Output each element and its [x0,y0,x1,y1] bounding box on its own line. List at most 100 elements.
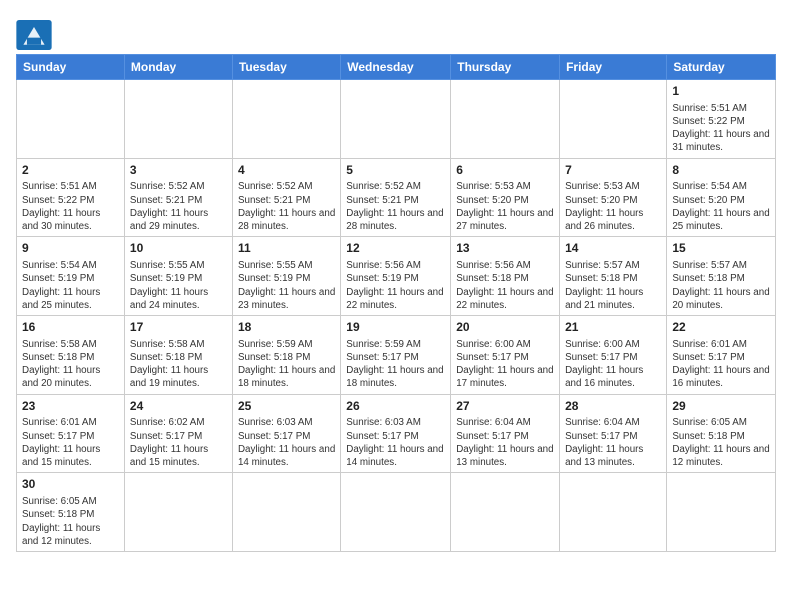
calendar-cell: 14 Sunrise: 5:57 AM Sunset: 5:18 PM Dayli… [560,237,667,316]
cell-date-number: 7 [565,162,661,179]
cell-date-number: 23 [22,398,119,415]
calendar-cell: 18Sunrise: 5:59 AM Sunset: 5:18 PM Dayli… [232,316,340,395]
weekday-header-wednesday: Wednesday [341,55,451,80]
weekday-header-tuesday: Tuesday [232,55,340,80]
calendar-cell: 8Sunrise: 5:54 AM Sunset: 5:20 PM Daylig… [667,158,776,237]
cell-date-number: 2 [22,162,119,179]
cell-info-text: Sunrise: 6:03 AM Sunset: 5:17 PM Dayligh… [238,416,335,469]
cell-date-number: 30 [22,476,119,493]
cell-info-text: Sunrise: 5:57 AM Sunset: 5:18 PM Dayligh… [672,259,770,312]
calendar-header-row: SundayMondayTuesdayWednesdayThursdayFrid… [17,55,776,80]
cell-info-text: Sunrise: 6:03 AM Sunset: 5:17 PM Dayligh… [346,416,445,469]
calendar-cell [341,473,451,552]
calendar-cell [451,473,560,552]
calendar-week-3: 9 Sunrise: 5:54 AM Sunset: 5:19 PM Daylig… [17,237,776,316]
cell-info-text: Sunrise: 5:52 AM Sunset: 5:21 PM Dayligh… [346,180,445,233]
calendar-cell: 28Sunrise: 6:04 AM Sunset: 5:17 PM Dayli… [560,394,667,473]
cell-date-number: 3 [130,162,227,179]
cell-date-number: 22 [672,319,770,336]
calendar-cell: 1Sunrise: 5:51 AM Sunset: 5:22 PM Daylig… [667,80,776,159]
calendar-cell [124,473,232,552]
calendar-cell: 21Sunrise: 6:00 AM Sunset: 5:17 PM Dayli… [560,316,667,395]
cell-date-number: 9 [22,240,119,257]
cell-date-number: 17 [130,319,227,336]
cell-date-number: 28 [565,398,661,415]
cell-info-text: Sunrise: 5:58 AM Sunset: 5:18 PM Dayligh… [130,338,227,391]
calendar-cell: 20Sunrise: 6:00 AM Sunset: 5:17 PM Dayli… [451,316,560,395]
cell-date-number: 15 [672,240,770,257]
cell-info-text: Sunrise: 5:51 AM Sunset: 5:22 PM Dayligh… [22,180,119,233]
calendar-week-5: 23Sunrise: 6:01 AM Sunset: 5:17 PM Dayli… [17,394,776,473]
calendar-week-4: 16Sunrise: 5:58 AM Sunset: 5:18 PM Dayli… [17,316,776,395]
cell-date-number: 12 [346,240,445,257]
page-header [16,16,776,50]
weekday-header-friday: Friday [560,55,667,80]
cell-date-number: 10 [130,240,227,257]
cell-date-number: 14 [565,240,661,257]
calendar-cell: 11Sunrise: 5:55 AM Sunset: 5:19 PM Dayli… [232,237,340,316]
cell-date-number: 1 [672,83,770,100]
cell-date-number: 21 [565,319,661,336]
calendar-cell: 10 Sunrise: 5:55 AM Sunset: 5:19 PM Dayli… [124,237,232,316]
cell-info-text: Sunrise: 5:55 AM Sunset: 5:19 PM Dayligh… [130,259,227,312]
cell-info-text: Sunrise: 5:59 AM Sunset: 5:17 PM Dayligh… [346,338,445,391]
calendar-cell: 7Sunrise: 5:53 AM Sunset: 5:20 PM Daylig… [560,158,667,237]
calendar-cell: 2Sunrise: 5:51 AM Sunset: 5:22 PM Daylig… [17,158,125,237]
weekday-header-sunday: Sunday [17,55,125,80]
cell-info-text: Sunrise: 5:52 AM Sunset: 5:21 PM Dayligh… [130,180,227,233]
calendar-cell: 30 Sunrise: 6:05 AM Sunset: 5:18 PM Dayli… [17,473,125,552]
cell-date-number: 5 [346,162,445,179]
cell-date-number: 6 [456,162,554,179]
calendar-cell: 9 Sunrise: 5:54 AM Sunset: 5:19 PM Daylig… [17,237,125,316]
cell-info-text: Sunrise: 6:00 AM Sunset: 5:17 PM Dayligh… [456,338,554,391]
calendar-cell: 16Sunrise: 5:58 AM Sunset: 5:18 PM Dayli… [17,316,125,395]
cell-date-number: 4 [238,162,335,179]
calendar-cell [232,80,340,159]
weekday-header-thursday: Thursday [451,55,560,80]
cell-info-text: Sunrise: 5:54 AM Sunset: 5:19 PM Dayligh… [22,259,119,312]
calendar-cell: 4Sunrise: 5:52 AM Sunset: 5:21 PM Daylig… [232,158,340,237]
cell-date-number: 25 [238,398,335,415]
calendar-cell: 12 Sunrise: 5:56 AM Sunset: 5:19 PM Dayli… [341,237,451,316]
calendar-week-6: 30 Sunrise: 6:05 AM Sunset: 5:18 PM Dayli… [17,473,776,552]
calendar-week-1: 1Sunrise: 5:51 AM Sunset: 5:22 PM Daylig… [17,80,776,159]
cell-date-number: 24 [130,398,227,415]
calendar-cell [560,80,667,159]
cell-info-text: Sunrise: 6:05 AM Sunset: 5:18 PM Dayligh… [22,495,119,548]
weekday-header-monday: Monday [124,55,232,80]
cell-info-text: Sunrise: 5:59 AM Sunset: 5:18 PM Dayligh… [238,338,335,391]
calendar-cell [341,80,451,159]
cell-date-number: 26 [346,398,445,415]
calendar-cell [124,80,232,159]
logo [16,20,56,50]
calendar-cell: 26Sunrise: 6:03 AM Sunset: 5:17 PM Dayli… [341,394,451,473]
calendar-cell: 22 Sunrise: 6:01 AM Sunset: 5:17 PM Dayli… [667,316,776,395]
calendar-cell: 29Sunrise: 6:05 AM Sunset: 5:18 PM Dayli… [667,394,776,473]
cell-info-text: Sunrise: 5:58 AM Sunset: 5:18 PM Dayligh… [22,338,119,391]
cell-date-number: 29 [672,398,770,415]
weekday-header-saturday: Saturday [667,55,776,80]
calendar-table: SundayMondayTuesdayWednesdayThursdayFrid… [16,54,776,552]
cell-date-number: 27 [456,398,554,415]
cell-info-text: Sunrise: 5:56 AM Sunset: 5:19 PM Dayligh… [346,259,445,312]
calendar-cell [560,473,667,552]
cell-info-text: Sunrise: 6:01 AM Sunset: 5:17 PM Dayligh… [672,338,770,391]
calendar-week-2: 2Sunrise: 5:51 AM Sunset: 5:22 PM Daylig… [17,158,776,237]
cell-info-text: Sunrise: 5:57 AM Sunset: 5:18 PM Dayligh… [565,259,661,312]
calendar-cell [232,473,340,552]
calendar-cell: 19 Sunrise: 5:59 AM Sunset: 5:17 PM Dayli… [341,316,451,395]
cell-info-text: Sunrise: 5:53 AM Sunset: 5:20 PM Dayligh… [565,180,661,233]
cell-info-text: Sunrise: 5:56 AM Sunset: 5:18 PM Dayligh… [456,259,554,312]
cell-info-text: Sunrise: 5:55 AM Sunset: 5:19 PM Dayligh… [238,259,335,312]
calendar-cell: 15 Sunrise: 5:57 AM Sunset: 5:18 PM Dayli… [667,237,776,316]
calendar-cell: 23Sunrise: 6:01 AM Sunset: 5:17 PM Dayli… [17,394,125,473]
cell-info-text: Sunrise: 5:53 AM Sunset: 5:20 PM Dayligh… [456,180,554,233]
calendar-cell: 17 Sunrise: 5:58 AM Sunset: 5:18 PM Dayli… [124,316,232,395]
calendar-cell: 25Sunrise: 6:03 AM Sunset: 5:17 PM Dayli… [232,394,340,473]
cell-date-number: 19 [346,319,445,336]
calendar-cell [451,80,560,159]
cell-info-text: Sunrise: 5:52 AM Sunset: 5:21 PM Dayligh… [238,180,335,233]
calendar-cell: 24Sunrise: 6:02 AM Sunset: 5:17 PM Dayli… [124,394,232,473]
cell-info-text: Sunrise: 6:02 AM Sunset: 5:17 PM Dayligh… [130,416,227,469]
cell-info-text: Sunrise: 5:54 AM Sunset: 5:20 PM Dayligh… [672,180,770,233]
